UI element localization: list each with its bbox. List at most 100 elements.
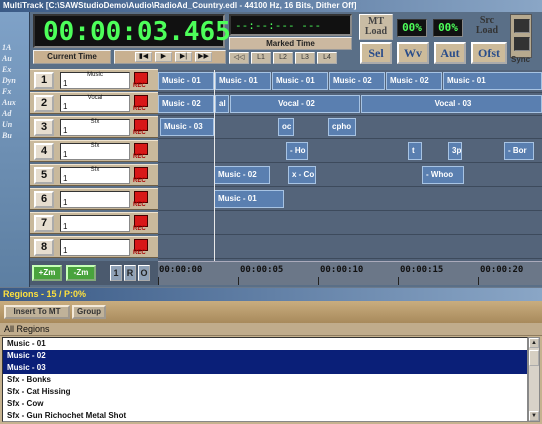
clip[interactable]: t <box>408 142 422 160</box>
time-ruler[interactable]: 00:00:00 00:00:05 00:00:10 00:00:15 00:0… <box>158 261 542 285</box>
fast-forward-button[interactable]: ▶▶ <box>195 52 212 62</box>
clip[interactable]: Music - 02 <box>386 72 442 90</box>
sync-indicator-2[interactable] <box>514 37 530 51</box>
regions-scrollbar[interactable]: ▲ ▼ <box>528 337 540 422</box>
track-name-field[interactable]: Music 1 <box>60 72 130 89</box>
list-item[interactable]: Sfx - Cow <box>3 398 527 410</box>
list-item[interactable]: Sfx - Cat Hissing <box>3 386 527 398</box>
track-name-field[interactable]: Sfx 1 <box>60 143 130 160</box>
locator-4-button[interactable]: L4 <box>317 52 337 64</box>
track-name-field[interactable]: Sfx 1 <box>60 119 130 136</box>
list-item[interactable]: Music - 02 <box>3 350 527 362</box>
scroll-thumb[interactable] <box>529 350 539 366</box>
locator-3-button[interactable]: L3 <box>295 52 315 64</box>
mt-load-label: MT Load <box>359 14 393 40</box>
track-name-field[interactable]: Sfx 1 <box>60 167 130 184</box>
stop-button[interactable]: ▮◀ <box>135 52 152 62</box>
all-regions-header[interactable]: All Regions <box>0 323 542 336</box>
insert-to-mt-button[interactable]: Insert To MT <box>4 305 70 319</box>
clip[interactable]: oc <box>278 118 294 136</box>
clip[interactable]: Music - 02 <box>158 95 214 113</box>
clip[interactable]: Music - 02 <box>214 166 270 184</box>
clip[interactable]: Vocal - 03 <box>361 95 542 113</box>
multitrack-title-bar[interactable]: MultiTrack [C:\SAWStudioDemo\Audio\Radio… <box>0 0 542 12</box>
marked-time-value: --:--:--- --- <box>235 19 322 32</box>
locator-1-button[interactable]: L1 <box>251 52 271 64</box>
lane-3[interactable]: Music - 03 oc cpho <box>158 116 542 139</box>
view-o-button[interactable]: O <box>138 265 150 281</box>
track-number-button[interactable]: 8 <box>34 239 54 256</box>
ruler-tick-label: 00:00:20 <box>480 265 524 275</box>
clip[interactable]: Music - 01 <box>272 72 328 90</box>
zoom-out-button[interactable]: -Zm <box>66 265 96 281</box>
rewind-button[interactable]: ◁◁ <box>229 52 249 64</box>
sync-indicator-1[interactable] <box>514 19 530 33</box>
lane-7[interactable] <box>158 212 542 235</box>
view-1-button[interactable]: 1 <box>110 265 122 281</box>
clip[interactable]: - Whoo <box>422 166 464 184</box>
lane-8[interactable] <box>158 236 542 259</box>
clip[interactable]: - Bor <box>504 142 534 160</box>
locator-2-button[interactable]: L2 <box>273 52 293 64</box>
regions-list[interactable]: Music - 01 Music - 02 Music - 03 Sfx - B… <box>2 337 528 422</box>
clip[interactable]: Music - 01 <box>214 190 284 208</box>
clip[interactable]: Vocal - 02 <box>230 95 360 113</box>
play-to-end-button[interactable]: ▶| <box>175 52 192 62</box>
play-button[interactable]: ▶ <box>155 52 172 62</box>
list-item[interactable]: Sfx - Gun Richochet Metal Shot <box>3 410 527 421</box>
automation-mode-button[interactable]: Aut <box>434 42 466 64</box>
vertical-toolbar[interactable]: 1A Au Ex Dyn Fx Aux Ad Un Bu <box>0 12 30 287</box>
play-cursor[interactable] <box>214 70 215 261</box>
track-timeline[interactable]: Music - 01 Music - 01 Music - 01 Music -… <box>158 70 542 261</box>
track-number-button[interactable]: 6 <box>34 191 54 208</box>
clip[interactable]: cpho <box>328 118 356 136</box>
lane-4[interactable]: - Ho t 3p - Bor <box>158 140 542 163</box>
track-name-field[interactable]: 1 <box>60 215 130 232</box>
offset-mode-button[interactable]: Ofst <box>471 42 507 64</box>
lane-2[interactable]: Music - 02 al Vocal - 02 Vocal - 03 <box>158 93 542 116</box>
clip[interactable]: Music - 01 <box>158 72 214 90</box>
list-item[interactable]: Music - 01 <box>3 338 527 350</box>
track-name-field[interactable]: Vocal 1 <box>60 95 130 112</box>
select-mode-button[interactable]: Sel <box>360 42 392 64</box>
sync-panel <box>510 14 532 58</box>
scroll-down-icon[interactable]: ▼ <box>529 411 539 421</box>
track-channel-text: 1 <box>63 150 68 159</box>
clip[interactable]: - Ho <box>286 142 308 160</box>
track-name-text: Sfx <box>90 119 100 125</box>
track-header-8: 8 1 REC <box>30 236 158 258</box>
regions-title-bar[interactable]: Regions - 15 / P:0% <box>0 288 542 301</box>
list-item[interactable]: Music - 03 <box>3 362 527 374</box>
wave-mode-button[interactable]: Wv <box>397 42 429 64</box>
track-number-button[interactable]: 2 <box>34 95 54 112</box>
clip[interactable]: Music - 01 <box>215 72 271 90</box>
group-button[interactable]: Group <box>72 305 106 319</box>
track-number-button[interactable]: 4 <box>34 143 54 160</box>
clip[interactable]: Music - 03 <box>160 118 214 136</box>
current-time-label[interactable]: Current Time <box>33 50 111 64</box>
list-item[interactable]: Sfx - Bonks <box>3 374 527 386</box>
clip[interactable]: 3p <box>448 142 462 160</box>
track-number-button[interactable]: 5 <box>34 167 54 184</box>
rec-label: REC <box>133 154 146 160</box>
view-r-button[interactable]: R <box>124 265 136 281</box>
clip[interactable]: al <box>215 95 229 113</box>
clip[interactable]: Music - 02 <box>329 72 385 90</box>
lane-5[interactable]: Music - 02 x - Co - Whoo <box>158 164 542 187</box>
ruler-tick-label: 00:00:00 <box>159 265 203 275</box>
marked-time-label[interactable]: Marked Time <box>229 37 352 50</box>
zoom-controls: +Zm -Zm 1 R O <box>30 261 158 285</box>
clip[interactable]: x - Co <box>288 166 316 184</box>
track-name-field[interactable]: 1 <box>60 191 130 208</box>
track-name-field[interactable]: 1 <box>60 239 130 256</box>
regions-toolbar: Insert To MT Group <box>0 301 542 323</box>
scroll-up-icon[interactable]: ▲ <box>529 338 539 348</box>
lane-6[interactable]: Music - 01 <box>158 188 542 211</box>
clip[interactable]: Music - 01 <box>443 72 542 90</box>
track-number-button[interactable]: 3 <box>34 119 54 136</box>
zoom-in-button[interactable]: +Zm <box>32 265 62 281</box>
lane-1[interactable]: Music - 01 Music - 01 Music - 01 Music -… <box>158 70 542 93</box>
ruler-tick <box>238 277 239 285</box>
track-number-button[interactable]: 7 <box>34 215 54 232</box>
track-number-button[interactable]: 1 <box>34 72 54 89</box>
